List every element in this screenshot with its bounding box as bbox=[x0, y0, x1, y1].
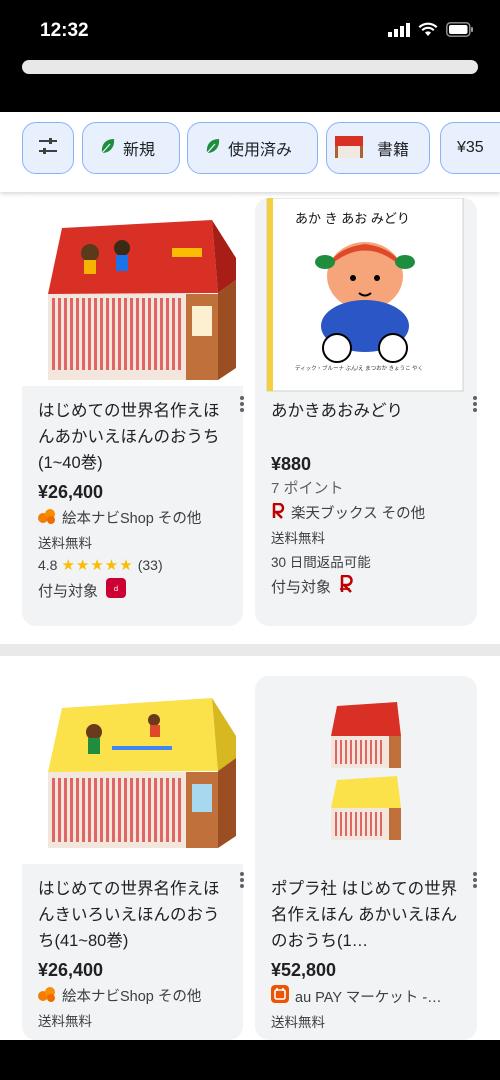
chip-used-label: 使用済み bbox=[228, 142, 293, 159]
more-options-icon[interactable] bbox=[471, 396, 479, 416]
seller: au PAY マーケット -… bbox=[271, 985, 465, 1007]
seller: 楽天ブックス その他 bbox=[271, 502, 465, 523]
chip-books-label: 書籍 bbox=[377, 142, 410, 159]
product-card[interactable]: あか き あお みどり ディック・ブルーナ ぶん/え まつおか きょうこ やく … bbox=[255, 198, 477, 626]
book-thumb-icon bbox=[333, 130, 365, 167]
more-options-icon[interactable] bbox=[238, 396, 246, 416]
cover-title: あか き あお みどり bbox=[295, 211, 410, 226]
reward-label: 付与対象 bbox=[38, 582, 99, 600]
product-title[interactable]: ポプラ社 はじめての世界名作えほん あかいえほんのおうち(1… bbox=[271, 876, 465, 954]
product-title[interactable]: はじめての世界名作えほんきいろいえほんのおうち(41~80巻) bbox=[38, 876, 231, 954]
wifi-icon bbox=[418, 22, 438, 41]
product-price: ¥52,800 bbox=[271, 960, 337, 980]
more-options-icon[interactable] bbox=[238, 872, 246, 892]
rating-value: 4.8 bbox=[38, 557, 58, 573]
chip-books[interactable]: 書籍 bbox=[326, 122, 430, 174]
dpoint-icon: d bbox=[106, 578, 127, 602]
product-image[interactable] bbox=[22, 198, 243, 386]
ehonnavi-logo-icon bbox=[38, 508, 56, 528]
product-info: あかきあおみどり ¥880 7 ポイント 楽天ブックス その他 送料無料 30 … bbox=[271, 398, 465, 597]
reward-label: 付与対象 bbox=[271, 578, 332, 596]
product-price: ¥26,400 bbox=[38, 482, 104, 502]
reward-row: 付与対象 bbox=[271, 574, 465, 597]
au-pay-logo-icon bbox=[271, 985, 289, 1007]
svg-text:d: d bbox=[114, 585, 118, 593]
product-info: はじめての世界名作えほんきいろいえほんのおうち(41~80巻) ¥26,400 … bbox=[38, 876, 231, 1030]
chip-price[interactable]: ¥35 bbox=[440, 122, 500, 174]
seller: 絵本ナビShop その他 bbox=[38, 507, 231, 528]
chip-price-label: ¥35 bbox=[457, 139, 484, 156]
product-title[interactable]: あかきあおみどり bbox=[271, 398, 465, 424]
seller: 絵本ナビShop その他 bbox=[38, 985, 231, 1006]
status-time: 12:32 bbox=[40, 20, 89, 41]
chip-new[interactable]: 新規 bbox=[82, 122, 180, 174]
address-bar[interactable] bbox=[22, 60, 478, 74]
filter-settings-button[interactable] bbox=[22, 122, 74, 174]
product-image[interactable]: あか き あお みどり ディック・ブルーナ ぶん/え まつおか きょうこ やく bbox=[255, 198, 477, 392]
leaf-icon bbox=[204, 137, 222, 160]
product-title[interactable]: はじめての世界名作えほんあかいえほんのおうち(1~40巻) bbox=[38, 398, 231, 476]
product-info: ポプラ社 はじめての世界名作えほん あかいえほんのおうち(1… ¥52,800 … bbox=[271, 876, 465, 1031]
product-image[interactable] bbox=[22, 676, 243, 864]
returns-label: 30 日間返品可能 bbox=[271, 555, 371, 570]
more-options-icon[interactable] bbox=[471, 872, 479, 892]
product-price: ¥26,400 bbox=[38, 960, 104, 980]
leaf-icon bbox=[99, 137, 117, 160]
chip-used[interactable]: 使用済み bbox=[187, 122, 318, 174]
product-price: ¥880 bbox=[271, 454, 312, 474]
system-icons bbox=[388, 22, 474, 41]
section-divider bbox=[0, 644, 500, 656]
review-count: (33) bbox=[137, 557, 163, 573]
seller-name: 絵本ナビShop その他 bbox=[62, 511, 202, 527]
status-bar: 12:32 bbox=[0, 0, 500, 112]
product-info: はじめての世界名作えほんあかいえほんのおうち(1~40巻) ¥26,400 絵本… bbox=[38, 398, 231, 602]
rating-stars: ★★★★★ bbox=[61, 557, 134, 574]
sliders-icon bbox=[37, 136, 59, 161]
rating: 4.8 ★★★★★ (33) bbox=[38, 556, 231, 574]
filter-chip-bar: 新規 使用済み 書籍 ¥35 bbox=[0, 112, 500, 192]
product-card[interactable]: はじめての世界名作えほんきいろいえほんのおうち(41~80巻) ¥26,400 … bbox=[22, 676, 243, 1040]
shipping-label: 送料無料 bbox=[271, 531, 325, 546]
seller-name: 楽天ブックス その他 bbox=[291, 506, 426, 522]
reward-row: 付与対象 d bbox=[38, 578, 231, 602]
cover-credit: ディック・ブルーナ ぶん/え まつおか きょうこ やく bbox=[295, 366, 424, 372]
shipping-label: 送料無料 bbox=[38, 1014, 92, 1029]
signal-icon bbox=[388, 22, 410, 41]
seller-name: 絵本ナビShop その他 bbox=[62, 989, 202, 1005]
seller-name: au PAY マーケット -… bbox=[295, 989, 442, 1006]
battery-icon bbox=[446, 22, 474, 41]
rakuten-logo-icon bbox=[271, 502, 285, 523]
bottom-bar bbox=[0, 1040, 500, 1080]
ehonnavi-logo-icon bbox=[38, 986, 56, 1006]
chip-new-label: 新規 bbox=[123, 142, 156, 159]
shipping-label: 送料無料 bbox=[38, 536, 92, 551]
product-image[interactable] bbox=[255, 676, 477, 864]
product-card[interactable]: ポプラ社 はじめての世界名作えほん あかいえほんのおうち(1… ¥52,800 … bbox=[255, 676, 477, 1040]
product-card[interactable]: はじめての世界名作えほんあかいえほんのおうち(1~40巻) ¥26,400 絵本… bbox=[22, 198, 243, 626]
rakuten-r-icon bbox=[339, 574, 353, 597]
shipping-label: 送料無料 bbox=[271, 1015, 325, 1030]
points-label: 7 ポイント bbox=[271, 480, 344, 497]
